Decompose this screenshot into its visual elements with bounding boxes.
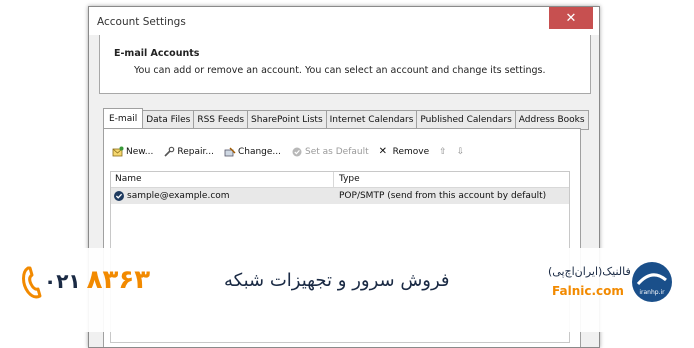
column-name-header[interactable]: Name: [115, 174, 142, 184]
account-type: POP/SMTP (send from this account by defa…: [339, 191, 547, 201]
account-row[interactable]: sample@example.com POP/SMTP (send from t…: [111, 188, 569, 204]
repair-button[interactable]: Repair...: [163, 146, 214, 158]
title-bar[interactable]: Account Settings ✕: [89, 7, 599, 35]
svg-text:iranhp.ir: iranhp.ir: [639, 289, 665, 296]
repair-label: Repair...: [177, 147, 214, 157]
change-account-icon: [224, 146, 236, 158]
default-account-check-icon: [114, 191, 124, 201]
move-up-icon[interactable]: ⇧: [439, 147, 447, 157]
close-button[interactable]: ✕: [549, 7, 593, 29]
phone-number: ۰۲۱ ۸۳۶۳: [44, 265, 150, 295]
wrench-icon: [163, 146, 175, 158]
header-panel: E-mail Accounts You can add or remove an…: [99, 35, 591, 94]
brand-name-fa: فالنیک(ایران‌اچ‌پی): [548, 265, 631, 278]
window-title: Account Settings: [97, 16, 186, 28]
new-button[interactable]: New...: [112, 146, 153, 158]
header-title: E-mail Accounts: [114, 48, 200, 59]
brand-website[interactable]: Falnic.com: [552, 284, 624, 298]
slogan: فروش سرور و تجهیزات شبکه: [224, 270, 450, 291]
move-down-icon[interactable]: ⇩: [457, 147, 465, 157]
remove-button[interactable]: ✕ Remove: [379, 146, 430, 158]
new-account-icon: [112, 146, 124, 158]
tab-sharepoint-lists[interactable]: SharePoint Lists: [248, 110, 327, 130]
tab-data-files[interactable]: Data Files: [143, 110, 195, 130]
header-description: You can add or remove an account. You ca…: [134, 65, 546, 76]
close-icon: ✕: [565, 10, 577, 26]
new-label: New...: [126, 147, 154, 157]
column-divider: [333, 172, 334, 187]
set-as-default-label: Set as Default: [305, 147, 369, 157]
remove-label: Remove: [392, 147, 430, 157]
account-toolbar: New... Repair... Change... Set as Defaul…: [112, 146, 474, 158]
tab-rss-feeds[interactable]: RSS Feeds: [194, 110, 249, 130]
tab-published-calendars[interactable]: Published Calendars: [417, 110, 516, 130]
tab-internet-calendars[interactable]: Internet Calendars: [326, 110, 418, 130]
phone-main: ۸۳۶۳: [86, 265, 151, 295]
tab-strip: E-mail Data Files RSS Feeds SharePoint L…: [103, 108, 589, 130]
check-circle-icon: [291, 146, 303, 158]
list-header: Name Type: [111, 172, 569, 188]
column-type-header[interactable]: Type: [339, 174, 360, 184]
promo-banner: ۰۲۱ ۸۳۶۳ فروش سرور و تجهیزات شبکه فالنیک(…: [0, 248, 694, 332]
tab-address-books[interactable]: Address Books: [515, 110, 589, 130]
set-as-default-button[interactable]: Set as Default: [291, 146, 369, 158]
account-name: sample@example.com: [127, 191, 230, 201]
remove-icon: ✕: [378, 146, 387, 157]
change-label: Change...: [237, 147, 282, 157]
tab-email[interactable]: E-mail: [103, 108, 144, 130]
change-button[interactable]: Change...: [224, 146, 281, 158]
phone-prefix: ۰۲۱: [44, 269, 81, 293]
brand-logo: iranhp.ir: [630, 260, 674, 304]
